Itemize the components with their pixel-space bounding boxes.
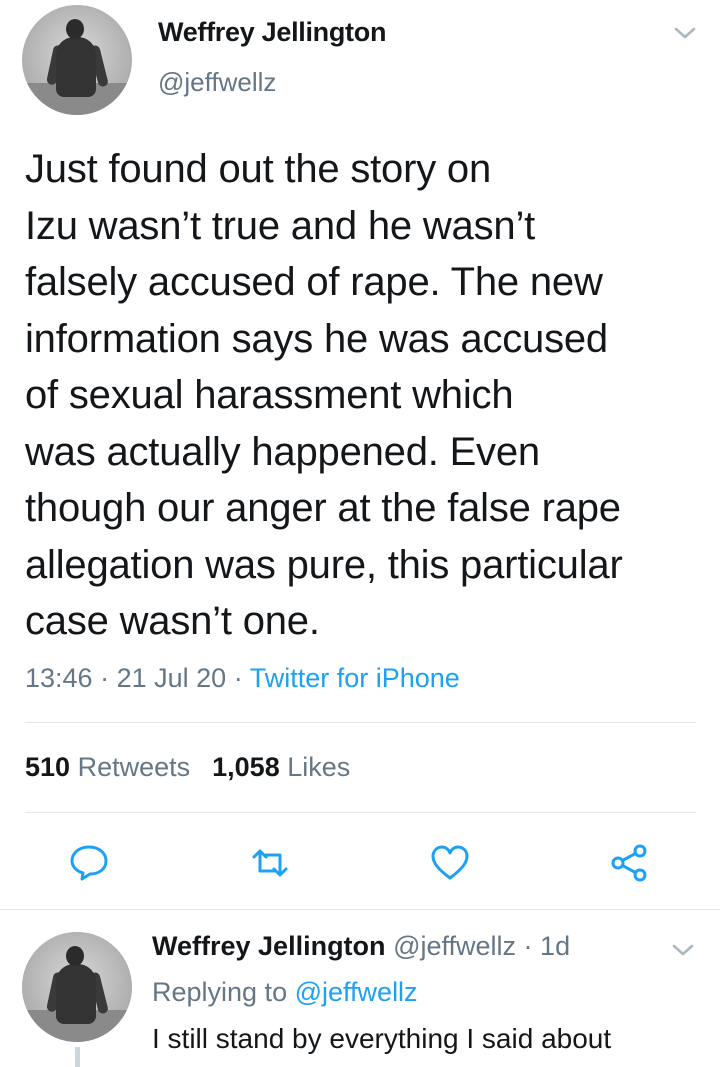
heart-icon[interactable] — [428, 841, 472, 885]
likes-stat[interactable]: 1,058 Likes — [212, 752, 350, 782]
chevron-down-icon[interactable] — [670, 941, 696, 959]
share-icon[interactable] — [608, 841, 652, 885]
tweet-text: Just found out the story on Izu wasn’t t… — [25, 147, 623, 643]
tweet-time: 13:46 — [25, 663, 93, 693]
avatar[interactable] — [22, 932, 132, 1042]
chevron-down-icon[interactable] — [672, 24, 698, 42]
action-bar — [0, 835, 720, 891]
retweets-count: 510 — [25, 752, 71, 782]
reply-author-handle[interactable]: @jeffwellz — [393, 931, 516, 961]
avatar[interactable] — [22, 5, 132, 115]
replying-to-label: Replying to — [152, 977, 288, 1007]
reply-tweet[interactable]: Weffrey Jellington @jeffwellz · 1d Reply… — [0, 910, 720, 1067]
divider — [25, 812, 696, 813]
tweet-meta: 13:46 · 21 Jul 20 · Twitter for iPhone — [25, 663, 460, 694]
tweet-date: 21 Jul 20 — [116, 663, 227, 693]
tweet-source-link[interactable]: Twitter for iPhone — [250, 663, 460, 693]
author-handle[interactable]: @jeffwellz — [158, 67, 276, 98]
likes-label: Likes — [287, 752, 351, 782]
meta-separator: · — [100, 663, 110, 693]
reply-icon[interactable] — [67, 841, 111, 885]
retweets-label: Retweets — [77, 752, 191, 782]
retweet-icon[interactable] — [248, 841, 292, 885]
meta-separator: · — [523, 931, 533, 961]
divider — [25, 722, 696, 723]
engagement-counts: 510 Retweets 1,058 Likes — [25, 752, 350, 783]
meta-separator: · — [233, 663, 243, 693]
reply-header: Weffrey Jellington @jeffwellz · 1d — [152, 931, 570, 962]
main-tweet: Weffrey Jellington @jeffwellz Just found… — [0, 0, 720, 910]
replying-to: Replying to @jeffwellz — [152, 977, 418, 1008]
author-name[interactable]: Weffrey Jellington — [158, 17, 386, 48]
replying-to-mention[interactable]: @jeffwellz — [295, 977, 418, 1007]
reply-age: 1d — [540, 931, 571, 961]
retweets-stat[interactable]: 510 Retweets — [25, 752, 190, 782]
likes-count: 1,058 — [212, 752, 280, 782]
reply-text: I still stand by everything I said about — [152, 1023, 612, 1054]
reply-author-name[interactable]: Weffrey Jellington — [152, 931, 386, 961]
avatar-image — [22, 932, 132, 1042]
thread-line — [75, 1047, 80, 1067]
